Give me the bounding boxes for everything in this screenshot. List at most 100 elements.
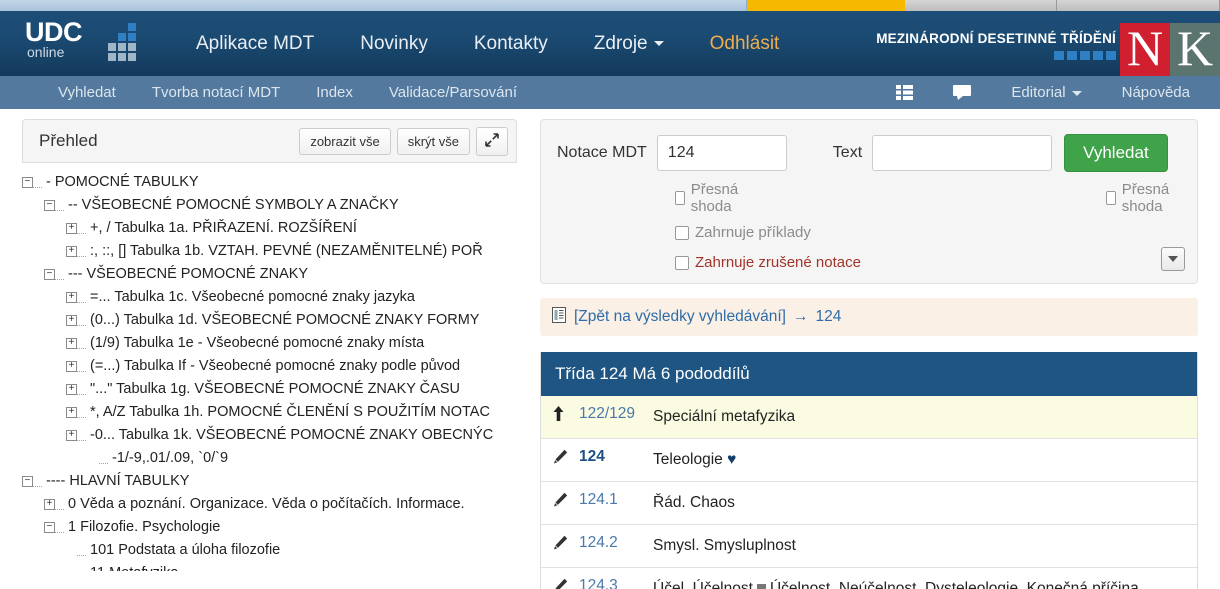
tree-node[interactable]: + (=...) Tabulka If - Všeobecné pomocné z… [22, 355, 522, 378]
subnav-item-editorial[interactable]: Editorial [991, 76, 1101, 109]
tree-node-label[interactable]: -0... Tabulka 1k. VŠEOBECNÉ POMOCNÉ ZNAK… [86, 424, 493, 447]
tree-node[interactable]: + "..." Tabulka 1g. VŠEOBECNÉ POMOCNÉ ZNA… [22, 378, 522, 401]
tree-expand-icon[interactable]: + [66, 430, 77, 441]
tree-expand-icon[interactable]: + [66, 338, 77, 349]
show-all-button[interactable]: zobrazit vše [299, 127, 391, 155]
text-input[interactable] [872, 135, 1053, 171]
arrow-up-icon[interactable] [553, 405, 579, 425]
tree-expand-icon[interactable]: + [66, 246, 77, 257]
tree-node[interactable]: -1/-9,.01/.09, `0/`9 [22, 447, 522, 470]
tree-collapse-icon[interactable]: − [44, 269, 55, 280]
tree-panel: Přehled zobrazit vše skrýt vše − - POMOCN… [0, 109, 540, 589]
nav-item-odhlasit[interactable]: Odhlásit [687, 11, 803, 76]
heart-icon[interactable]: ♥ [723, 451, 736, 468]
result-code[interactable]: 124 [579, 448, 653, 466]
tree-collapse-icon[interactable]: − [22, 476, 33, 487]
table-row[interactable]: 122/129 Speciální metafyzika [541, 396, 1197, 439]
tree-node-label[interactable]: (1/9) Tabulka 1e - Všeobecné pomocné zna… [86, 332, 424, 355]
notace-input[interactable] [656, 135, 787, 171]
tree-expand-icon[interactable]: + [66, 292, 77, 303]
tree-node[interactable]: + (0...) Tabulka 1d. VŠEOBECNÉ POMOCNÉ ZN… [22, 309, 522, 332]
tree-expand-icon[interactable]: + [66, 384, 77, 395]
tree-node-label[interactable]: 101 Podstata a úloha filozofie [86, 539, 280, 562]
subnav-item-tvorba-notaci[interactable]: Tvorba notací MDT [134, 76, 298, 109]
tree-node[interactable]: + :, ::, [] Tabulka 1b. VZTAH. PEVNÉ (NEZ… [22, 240, 522, 263]
tree-node-label[interactable]: 1 Filozofie. Psychologie [64, 516, 220, 539]
table-row[interactable]: 124 Teleologie ♥ [541, 439, 1197, 482]
tree-node[interactable]: + (1/9) Tabulka 1e - Všeobecné pomocné zn… [22, 332, 522, 355]
subnav-item-vyhledat[interactable]: Vyhledat [40, 76, 134, 109]
tree-node[interactable]: +0 Věda a poznání. Organizace. Věda o po… [22, 493, 522, 516]
tree-node-label[interactable]: ---- HLAVNÍ TABULKY [42, 470, 189, 493]
tree-node[interactable]: − - POMOCNÉ TABULKY [22, 171, 522, 194]
list-view-icon[interactable] [876, 85, 933, 100]
tree-collapse-icon[interactable]: − [22, 177, 33, 188]
tree-node-label[interactable]: (0...) Tabulka 1d. VŠEOBECNÉ POMOCNÉ ZNA… [86, 309, 479, 332]
tree-expand-icon[interactable]: + [66, 361, 77, 372]
tree-expand-icon[interactable]: + [66, 407, 77, 418]
include-cancelled-label: Zahrnuje zrušené notace [695, 254, 861, 271]
tree-node[interactable]: 11 Metafyzika [22, 562, 522, 571]
subnav-item-napoveda[interactable]: Nápověda [1102, 76, 1210, 109]
nav-item-zdroje[interactable]: Zdroje [571, 11, 687, 76]
back-to-results-link[interactable]: [Zpět na výsledky vyhledávání] [574, 308, 786, 326]
tree-node[interactable]: + =... Tabulka 1c. Všeobecné pomocné znak… [22, 286, 522, 309]
include-cancelled-checkbox[interactable] [675, 255, 689, 270]
tree-node[interactable]: − -- VŠEOBECNÉ POMOCNÉ SYMBOLY A ZNAČKY [22, 194, 522, 217]
nav-item-novinky[interactable]: Novinky [337, 11, 451, 76]
hide-all-button[interactable]: skrýt vše [396, 127, 470, 155]
breadcrumb-current[interactable]: 124 [815, 308, 841, 326]
result-code[interactable]: 124.1 [579, 491, 653, 509]
pencil-icon[interactable] [553, 448, 579, 468]
pencil-icon[interactable] [553, 534, 579, 554]
tree-node[interactable]: −1 Filozofie. Psychologie [22, 516, 522, 539]
tree-node[interactable]: + *, A/Z Tabulka 1h. POMOCNÉ ČLENĚNÍ S PO… [22, 401, 522, 424]
table-row[interactable]: 124.1 Řád. Chaos [541, 482, 1197, 525]
tree-node[interactable]: − ---- HLAVNÍ TABULKY [22, 470, 522, 493]
tree-node-label[interactable]: (=...) Tabulka If - Všeobecné pomocné zn… [86, 355, 460, 378]
tree-node[interactable]: + -0... Tabulka 1k. VŠEOBECNÉ POMOCNÉ ZNA… [22, 424, 522, 447]
tree-expand-icon[interactable]: + [44, 499, 55, 510]
tree-expand-icon[interactable]: + [66, 223, 77, 234]
exact-match-text-checkbox[interactable] [1106, 191, 1116, 205]
subnav-item-index[interactable]: Index [298, 76, 371, 109]
comment-icon[interactable] [933, 84, 991, 101]
include-examples-checkbox[interactable] [675, 225, 689, 240]
tree-node-label[interactable]: *, A/Z Tabulka 1h. POMOCNÉ ČLENĚNÍ S POU… [86, 401, 490, 424]
table-row[interactable]: 124.3 Účel. Účelnost Účelnost. Neúčelnost.… [541, 568, 1197, 589]
tree-node[interactable]: 101 Podstata a úloha filozofie [22, 539, 522, 562]
tree-node-label[interactable]: -- VŠEOBECNÉ POMOCNÉ SYMBOLY A ZNAČKY [64, 194, 399, 217]
tree-node[interactable]: + +, / Tabulka 1a. PŘIŘAZENÍ. ROZŠÍŘENÍ [22, 217, 522, 240]
result-code[interactable]: 124.2 [579, 534, 653, 552]
nav-item-aplikace-mdt[interactable]: Aplikace MDT [173, 11, 337, 76]
tree-node-label[interactable]: =... Tabulka 1c. Všeobecné pomocné znaky… [86, 286, 415, 309]
chevron-down-icon[interactable] [1161, 247, 1185, 271]
udc-online-logo[interactable]: UDC online [22, 18, 140, 70]
tree-collapse-icon[interactable]: − [44, 200, 55, 211]
tree-node-label[interactable]: +, / Tabulka 1a. PŘIŘAZENÍ. ROZŠÍŘENÍ [86, 217, 357, 240]
browser-tab-2 [904, 0, 1058, 11]
tree-node-label[interactable]: 0 Věda a poznání. Organizace. Věda o poč… [64, 493, 465, 516]
search-button[interactable]: Vyhledat [1064, 134, 1168, 172]
tree-node-label[interactable]: - POMOCNÉ TABULKY [42, 171, 199, 194]
tree-node-label[interactable]: --- VŠEOBECNÉ POMOCNÉ ZNAKY [64, 263, 308, 286]
pencil-icon[interactable] [553, 491, 579, 511]
tree-node-label[interactable]: "..." Tabulka 1g. VŠEOBECNÉ POMOCNÉ ZNAK… [86, 378, 460, 401]
result-code[interactable]: 124.3 [579, 577, 653, 589]
tree-connector [33, 475, 42, 487]
subnav-item-validace-parsovani[interactable]: Validace/Parsování [371, 76, 535, 109]
exact-match-notace-checkbox[interactable] [675, 191, 685, 205]
nav-item-kontakty[interactable]: Kontakty [451, 11, 571, 76]
result-code[interactable]: 122/129 [579, 405, 653, 423]
nk-library-logo[interactable]: N K [1120, 23, 1220, 76]
udc-tree[interactable]: − - POMOCNÉ TABULKY − -- VŠEOBECNÉ POMOCNÉ … [22, 171, 522, 571]
tree-node-label[interactable]: -1/-9,.01/.09, `0/`9 [108, 447, 228, 470]
tree-expand-icon[interactable]: + [66, 315, 77, 326]
tree-node[interactable]: − --- VŠEOBECNÉ POMOCNÉ ZNAKY [22, 263, 522, 286]
tree-node-label[interactable]: :, ::, [] Tabulka 1b. VZTAH. PEVNÉ (NEZA… [86, 240, 483, 263]
tree-collapse-icon[interactable]: − [44, 522, 55, 533]
table-row[interactable]: 124.2 Smysl. Smysluplnost [541, 525, 1197, 568]
tree-node-label[interactable]: 11 Metafyzika [86, 562, 178, 571]
expand-arrows-icon[interactable] [476, 126, 508, 156]
pencil-icon[interactable] [553, 577, 579, 589]
